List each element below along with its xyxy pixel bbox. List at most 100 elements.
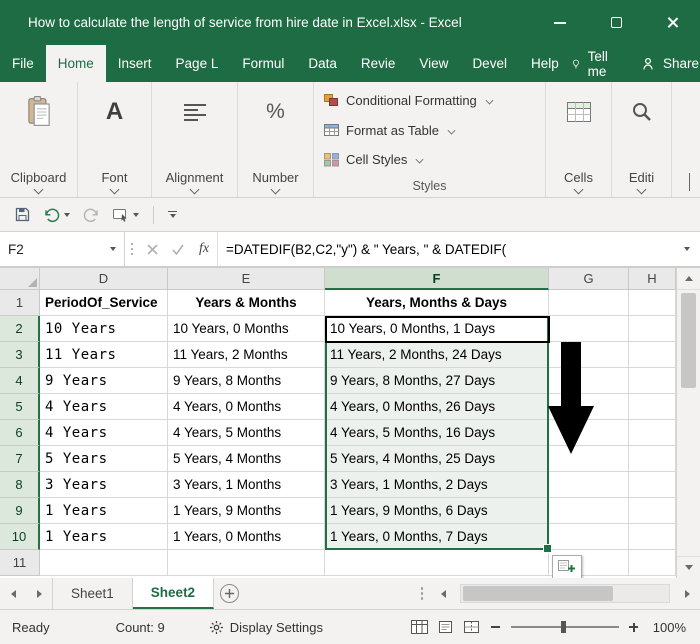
ribbon-tab-formulas[interactable]: Formul	[230, 45, 296, 82]
cell-E5[interactable]: 4 Years, 0 Months	[168, 394, 325, 420]
column-header-g[interactable]: G	[549, 268, 629, 290]
cell-styles-button[interactable]: Cell Styles	[324, 147, 535, 172]
cell-D10[interactable]: 1 Years	[40, 524, 168, 550]
maximize-button[interactable]	[588, 0, 644, 45]
cell-G3[interactable]	[549, 342, 629, 368]
cell-H1[interactable]	[629, 290, 676, 316]
save-button[interactable]	[10, 203, 35, 226]
insert-function-button[interactable]: fx	[191, 232, 217, 266]
font-button[interactable]: A	[106, 90, 123, 134]
enter-entry-button[interactable]	[165, 232, 191, 266]
scroll-up-button[interactable]	[677, 268, 700, 290]
cell-E9[interactable]: 1 Years, 9 Months	[168, 498, 325, 524]
cell-D3[interactable]: 11 Years	[40, 342, 168, 368]
collapse-ribbon-button[interactable]	[689, 173, 690, 191]
cell-F9[interactable]: 1 Years, 9 Months, 6 Days	[325, 498, 549, 524]
redo-button[interactable]	[78, 204, 104, 226]
cell-G4[interactable]	[549, 368, 629, 394]
row-header-1[interactable]: 1	[0, 290, 40, 316]
cell-H3[interactable]	[629, 342, 676, 368]
cell-H5[interactable]	[629, 394, 676, 420]
cell-E11[interactable]	[168, 550, 325, 576]
cell-G5[interactable]	[549, 394, 629, 420]
cell-D9[interactable]: 1 Years	[40, 498, 168, 524]
row-header-10[interactable]: 10	[0, 524, 40, 550]
name-box[interactable]: F2	[0, 232, 125, 266]
row-header-2[interactable]: 2	[0, 316, 40, 342]
cell-G7[interactable]	[549, 446, 629, 472]
alignment-button[interactable]	[182, 90, 208, 134]
cell-D4[interactable]: 9 Years	[40, 368, 168, 394]
sheet-nav-right-button[interactable]	[26, 578, 52, 609]
cell-H8[interactable]	[629, 472, 676, 498]
cell-F7[interactable]: 5 Years, 4 Months, 25 Days	[325, 446, 549, 472]
formula-bar-splitter[interactable]	[125, 232, 139, 266]
cell-E10[interactable]: 1 Years, 0 Months	[168, 524, 325, 550]
row-header-3[interactable]: 3	[0, 342, 40, 368]
customize-qat-button[interactable]	[164, 210, 181, 219]
cells-button[interactable]	[566, 90, 592, 134]
display-settings-button[interactable]: Display Settings	[209, 620, 323, 635]
column-header-e[interactable]: E	[168, 268, 325, 290]
ribbon-tab-view[interactable]: View	[407, 45, 460, 82]
cell-E4[interactable]: 9 Years, 8 Months	[168, 368, 325, 394]
formula-bar-expand-button[interactable]	[674, 232, 700, 266]
cell-G10[interactable]	[549, 524, 629, 550]
sheet-nav-left-button[interactable]	[0, 578, 26, 609]
cell-H2[interactable]	[629, 316, 676, 342]
clipboard-group-button[interactable]: Clipboard	[11, 170, 66, 195]
page-break-view-button[interactable]	[459, 615, 485, 639]
page-layout-view-button[interactable]	[433, 615, 459, 639]
row-header-11[interactable]: 11	[0, 550, 40, 576]
number-format-button[interactable]: %	[266, 90, 285, 134]
cell-F6[interactable]: 4 Years, 5 Months, 16 Days	[325, 420, 549, 446]
row-header-9[interactable]: 9	[0, 498, 40, 524]
horizontal-scroll-thumb[interactable]	[463, 586, 613, 601]
zoom-slider[interactable]	[510, 621, 619, 633]
cell-F1[interactable]: Years, Months & Days	[325, 290, 549, 316]
minimize-button[interactable]	[532, 0, 588, 45]
sheetbar-splitter[interactable]	[414, 578, 430, 609]
cell-E6[interactable]: 4 Years, 5 Months	[168, 420, 325, 446]
cell-D11[interactable]	[40, 550, 168, 576]
vertical-scroll-track[interactable]	[677, 290, 700, 556]
cell-H11[interactable]	[629, 550, 676, 576]
cell-H7[interactable]	[629, 446, 676, 472]
ribbon-tab-review[interactable]: Revie	[349, 45, 408, 82]
column-header-f[interactable]: F	[325, 268, 549, 290]
scroll-down-button[interactable]	[677, 556, 700, 578]
zoom-out-button[interactable]	[485, 616, 507, 638]
cell-E3[interactable]: 11 Years, 2 Months	[168, 342, 325, 368]
cell-H10[interactable]	[629, 524, 676, 550]
conditional-formatting-button[interactable]: Conditional Formatting	[324, 88, 535, 113]
cell-E8[interactable]: 3 Years, 1 Months	[168, 472, 325, 498]
sheet-tab-sheet1[interactable]: Sheet1	[52, 578, 133, 609]
cell-H4[interactable]	[629, 368, 676, 394]
row-header-8[interactable]: 8	[0, 472, 40, 498]
editing-button[interactable]	[630, 90, 654, 134]
ribbon-tab-data[interactable]: Data	[296, 45, 349, 82]
zoom-in-button[interactable]	[623, 616, 645, 638]
cell-D6[interactable]: 4 Years	[40, 420, 168, 446]
column-header-d[interactable]: D	[40, 268, 168, 290]
cell-E2[interactable]: 10 Years, 0 Months	[168, 316, 325, 342]
ribbon-tab-page-layout[interactable]: Page L	[164, 45, 231, 82]
fill-handle[interactable]	[543, 544, 552, 553]
format-as-table-button[interactable]: Format as Table	[324, 118, 535, 143]
cell-E7[interactable]: 5 Years, 4 Months	[168, 446, 325, 472]
cell-D7[interactable]: 5 Years	[40, 446, 168, 472]
tell-me-button[interactable]: Tell me	[571, 49, 614, 79]
vertical-scrollbar[interactable]	[676, 268, 700, 578]
cell-D8[interactable]: 3 Years	[40, 472, 168, 498]
cell-F11[interactable]	[325, 550, 549, 576]
alignment-group-button[interactable]: Alignment	[166, 170, 223, 195]
cell-F3[interactable]: 11 Years, 2 Months, 24 Days	[325, 342, 549, 368]
formula-input[interactable]: =DATEDIF(B2,C2,"y") & " Years, " & DATED…	[217, 232, 674, 266]
row-header-6[interactable]: 6	[0, 420, 40, 446]
cell-F5[interactable]: 4 Years, 0 Months, 26 Days	[325, 394, 549, 420]
select-all-button[interactable]	[0, 268, 40, 290]
ribbon-tab-file[interactable]: File	[0, 45, 46, 82]
cell-D5[interactable]: 4 Years	[40, 394, 168, 420]
cell-G8[interactable]	[549, 472, 629, 498]
row-header-4[interactable]: 4	[0, 368, 40, 394]
